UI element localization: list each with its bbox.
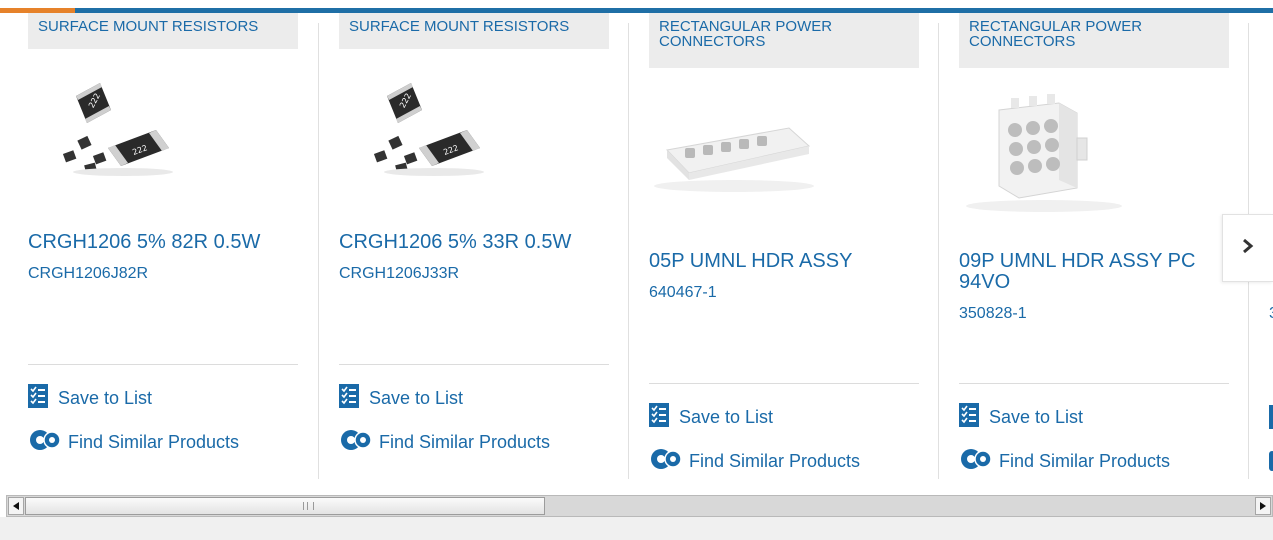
save-to-list-label: Save to List — [679, 406, 774, 427]
part-number-link[interactable]: 350828-1 — [959, 305, 1027, 323]
find-similar-label: Find Similar Products — [68, 431, 240, 452]
triangle-right-icon — [1260, 497, 1266, 515]
product-carousel: SURFACE MOUNT RESISTORS 222 222 CRGH1206… — [0, 13, 1273, 495]
save-to-list-button[interactable]: Save to List — [339, 383, 464, 413]
find-similar-products-button[interactable]: Find Similar Products — [28, 428, 240, 457]
product-card: RECTANGULAR POWER CONNECTORS 09P UMNL HD… — [959, 13, 1229, 483]
product-card: RECTANGULAR POWER CONNECTORS 05P UMNL HD… — [649, 13, 919, 483]
find-similar-products-button[interactable]: Find Similar Products — [649, 447, 861, 476]
product-card: SURFACE MOUNT RESISTORS 222 222 CRGH1206… — [28, 13, 298, 483]
gears-icon — [28, 428, 62, 457]
find-similar-label: Find Similar Products — [379, 431, 551, 452]
product-name-link[interactable]: 05P UMNL HDR ASSY — [649, 251, 909, 272]
card-separator — [649, 383, 919, 384]
horizontal-scrollbar[interactable] — [6, 495, 1273, 517]
find-similar-products-button[interactable]: Find Similar Products — [339, 428, 551, 457]
save-to-list-button[interactable]: Save to List — [959, 402, 1084, 432]
connector-9pin-image[interactable] — [959, 88, 1129, 228]
save-to-list-button[interactable]: Save to List — [28, 383, 153, 413]
triangle-left-icon — [13, 497, 19, 515]
save-to-list-label: Save to List — [58, 387, 153, 408]
category-label[interactable]: RECTANGULAR POWER CONNECTORS — [649, 13, 919, 68]
gears-icon — [1269, 451, 1273, 471]
product-name-link[interactable]: 09P UMNL HDR ASSY PC 94VO — [959, 251, 1219, 293]
find-similar-products-button[interactable]: Find Similar Products — [959, 447, 1171, 476]
scrollbar-thumb[interactable] — [25, 497, 545, 515]
chip-resistor-image[interactable]: 222 222 — [339, 68, 509, 208]
connector-5pin-image[interactable] — [649, 88, 819, 228]
checklist-icon — [959, 402, 979, 432]
scroll-right-button[interactable] — [1255, 497, 1271, 515]
part-number-link[interactable]: CRGH1206J33R — [339, 265, 459, 283]
find-similar-label: Find Similar Products — [999, 450, 1171, 471]
card-separator — [28, 364, 298, 365]
product-name-link[interactable]: CRGH1206 5% 33R 0.5W — [339, 232, 599, 253]
card-divider — [318, 23, 319, 479]
part-number-link[interactable]: CRGH1206J82R — [28, 265, 148, 283]
chevron-right-icon — [1242, 238, 1254, 259]
find-similar-label: Find Similar Products — [689, 450, 861, 471]
checklist-icon — [1269, 405, 1273, 429]
chip-resistor-image[interactable]: 222 222 — [28, 68, 198, 208]
card-divider — [938, 23, 939, 479]
part-number-link[interactable]: 640467-1 — [649, 284, 717, 302]
page-footer-area — [0, 517, 1273, 540]
checklist-icon — [339, 383, 359, 413]
gears-icon — [339, 428, 373, 457]
scrollbar-grip — [303, 502, 314, 510]
category-label[interactable]: SURFACE MOUNT RESISTORS — [339, 13, 609, 49]
card-divider — [628, 23, 629, 479]
product-name-link[interactable]: CRGH1206 5% 82R 0.5W — [28, 232, 288, 253]
gears-icon — [649, 447, 683, 476]
gears-icon — [959, 447, 993, 476]
category-label[interactable]: SURFACE MOUNT RESISTORS — [28, 13, 298, 49]
save-to-list-label: Save to List — [989, 406, 1084, 427]
scroll-left-button[interactable] — [8, 497, 24, 515]
category-label[interactable]: RECTANGULAR POWER CONNECTORS — [959, 13, 1229, 68]
product-card: SURFACE MOUNT RESISTORS 222 222 CRGH1206… — [339, 13, 609, 483]
card-separator — [959, 383, 1229, 384]
save-to-list-label: Save to List — [369, 387, 464, 408]
save-to-list-button[interactable]: Save to List — [649, 402, 774, 432]
part-number-fragment[interactable]: 3 — [1269, 305, 1273, 323]
checklist-icon — [649, 402, 669, 432]
checklist-icon — [28, 383, 48, 413]
card-separator — [339, 364, 609, 365]
carousel-next-button[interactable] — [1222, 214, 1273, 282]
